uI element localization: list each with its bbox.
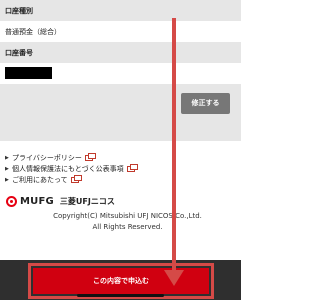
link-label: ご利用にあたって	[12, 175, 68, 184]
account-type-value: 普通預金（総合）	[0, 21, 241, 42]
mufg-logo-text: MUFG	[20, 195, 54, 207]
account-type-label: 口座種別	[0, 0, 241, 21]
edit-section: 修正する	[0, 84, 241, 141]
account-number-label: 口座番号	[0, 42, 241, 63]
link-privacy-policy[interactable]: ▶ プライバシーポリシー	[5, 152, 241, 163]
external-window-icon	[126, 163, 138, 172]
account-number-row	[0, 63, 241, 84]
link-label: 個人情報保護法にもとづく公表事項	[12, 164, 124, 173]
copyright-line-2: All Rights Reserved.	[92, 223, 163, 231]
triangle-right-icon: ▶	[5, 176, 9, 183]
copyright-line-1: Copyright(C) Mitsubishi UFJ NICOS Co.,Lt…	[53, 212, 202, 220]
submit-application-button[interactable]: この内容で申込む	[28, 263, 214, 299]
link-terms-of-use[interactable]: ▶ ご利用にあたって	[5, 174, 241, 185]
copyright: Copyright(C) Mitsubishi UFJ NICOS Co.,Lt…	[0, 211, 241, 233]
triangle-right-icon: ▶	[5, 165, 9, 172]
mufg-mark-icon	[6, 195, 17, 207]
edit-button[interactable]: 修正する	[181, 93, 230, 114]
company-name: 三菱UFJニコス	[59, 196, 115, 206]
external-window-icon	[70, 174, 82, 183]
external-window-icon	[84, 152, 96, 161]
brand-logo: MUFG 三菱UFJニコス	[6, 194, 115, 208]
triangle-right-icon: ▶	[5, 154, 9, 161]
link-personal-info[interactable]: ▶ 個人情報保護法にもとづく公表事項	[5, 163, 241, 174]
home-indicator	[77, 294, 164, 297]
link-label: プライバシーポリシー	[12, 153, 82, 162]
footer-links: ▶ プライバシーポリシー ▶ 個人情報保護法にもとづく公表事項 ▶ ご利用にあた…	[5, 152, 241, 185]
masked-account-number	[5, 67, 52, 79]
